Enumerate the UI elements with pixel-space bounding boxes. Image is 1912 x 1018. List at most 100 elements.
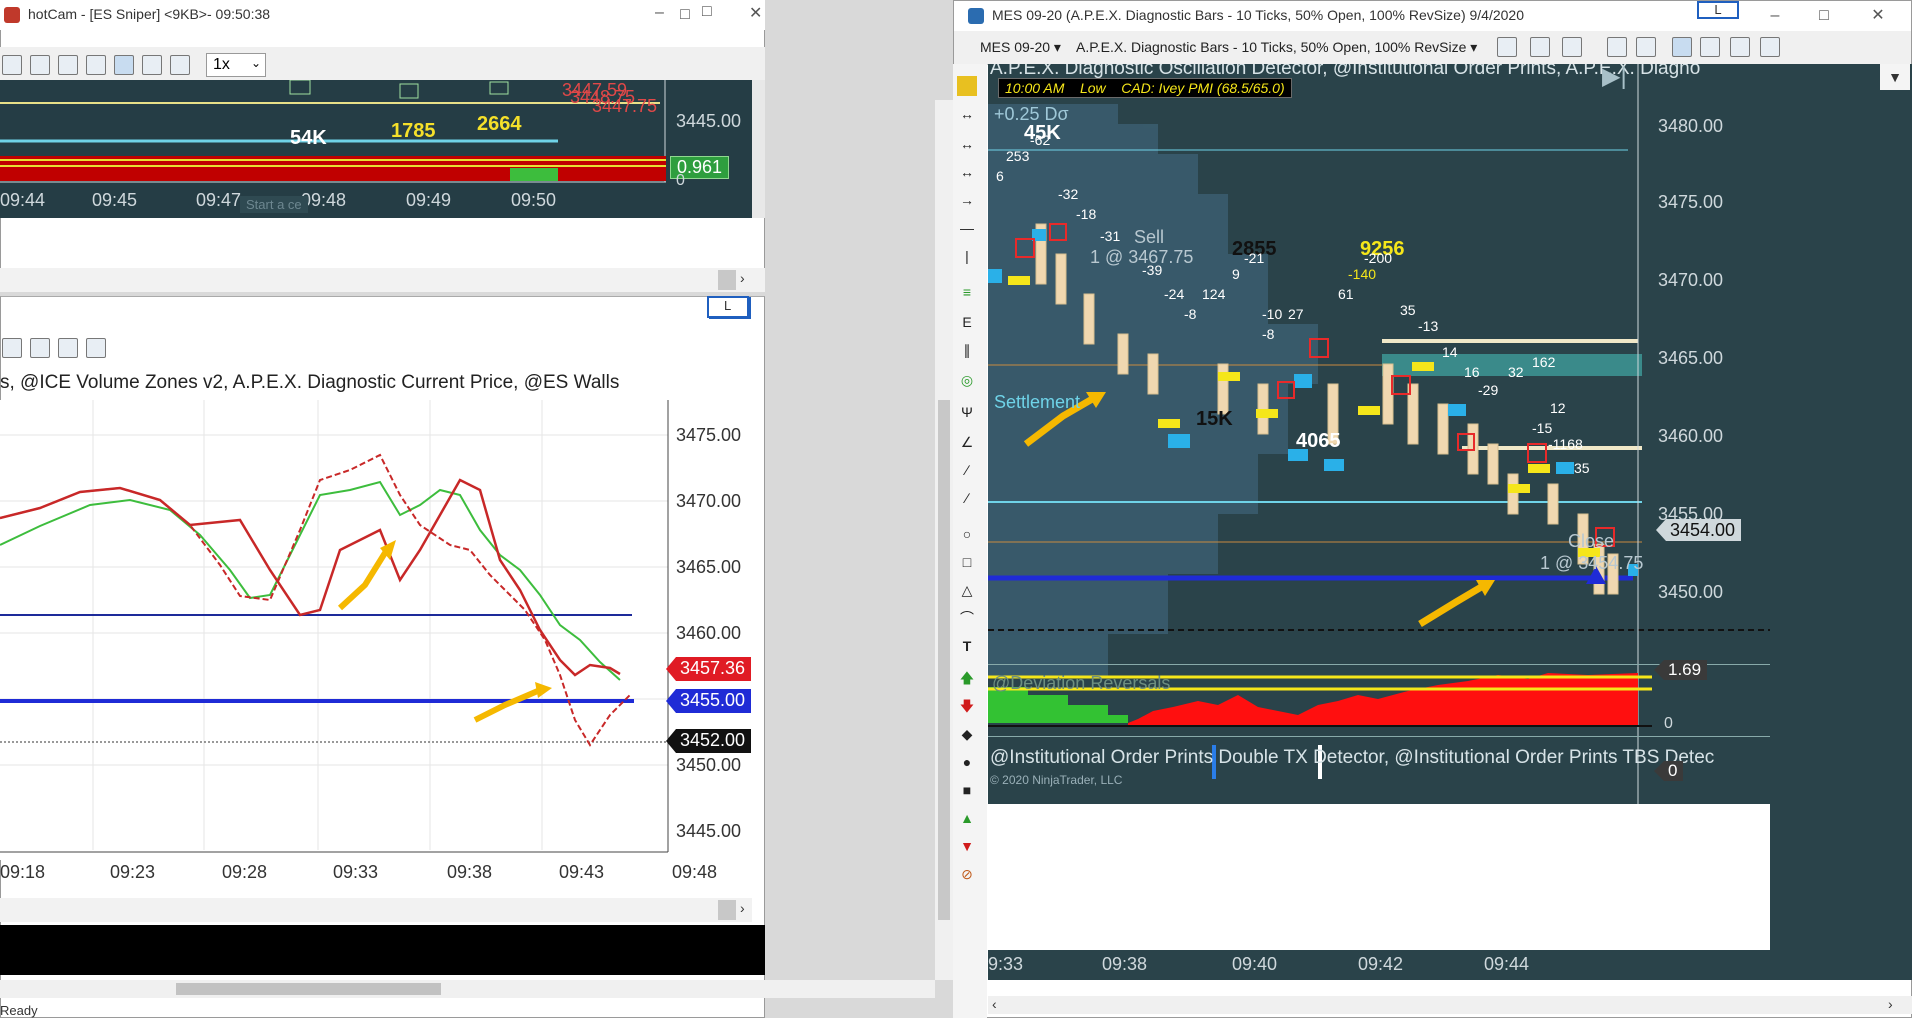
remove-drawings-icon[interactable]: ⊘ (957, 864, 977, 884)
draw-icon[interactable] (86, 55, 106, 75)
pitchfork-icon[interactable]: Ψ (957, 402, 977, 422)
pin-icon[interactable] (1562, 37, 1582, 57)
rt-minimize-button[interactable]: – (1755, 3, 1795, 29)
rt-maximize-button[interactable]: □ (1804, 3, 1844, 29)
lt-time-0944: 09:44 (0, 190, 46, 210)
lt-time-0948: 09:48 (301, 190, 347, 210)
arrow-up-icon[interactable]: 🡅 (957, 668, 977, 688)
channel-icon[interactable]: ≡ (957, 282, 977, 302)
right-titlebar[interactable]: MES 09-20 (A.P.E.X. Diagnostic Bars - 10… (954, 1, 1911, 31)
left-top-window-close[interactable]: ✕ (749, 3, 762, 23)
rt-h-scroll[interactable]: ‹ › (988, 996, 1912, 1014)
indicator-icon[interactable] (1700, 37, 1720, 57)
bottom-indicator-panel[interactable]: @Institutional Order Prints Double TX De… (988, 736, 1770, 788)
arc-icon[interactable]: ⌒ (957, 608, 977, 628)
play-icon[interactable]: ▶| (1602, 64, 1627, 91)
lbl-35b: 35 (1574, 460, 1590, 476)
lbl-16: 16 (1464, 364, 1480, 380)
lb-vertical-scroll[interactable] (935, 100, 953, 980)
chevron-right-icon[interactable]: › (740, 270, 745, 286)
rt-l-badge[interactable]: L (1697, 1, 1739, 19)
bars-icon[interactable] (1497, 37, 1517, 57)
triangle-up-icon[interactable]: ▲ (957, 808, 977, 828)
lb-h-scroll[interactable]: › (0, 898, 752, 922)
triangle-down-icon[interactable]: ▼ (957, 836, 977, 856)
deviation-panel[interactable]: @Deviation Reversals 1.69 0 (988, 660, 1770, 732)
parallel-icon[interactable]: ∕ (957, 460, 977, 480)
lbl-1168: -1168 (1548, 436, 1583, 452)
vertical-line-icon[interactable]: | (957, 246, 977, 266)
square-icon[interactable]: ■ (957, 780, 977, 800)
rt-chevron-right-icon[interactable]: › (1888, 996, 1893, 1012)
lbl-200: -200 (1364, 250, 1393, 266)
lb-icon-4[interactable] (86, 338, 106, 358)
target-icon[interactable]: ◎ (957, 370, 977, 390)
properties-icon-r[interactable] (1760, 37, 1780, 57)
yellow-tool-icon[interactable] (957, 76, 977, 96)
ellipse-icon[interactable]: ○ (957, 524, 977, 544)
chart-style-icon[interactable] (1730, 37, 1750, 57)
left-bottom-chart[interactable]: 3475.00 3470.00 3465.00 3460.00 3450.00 … (0, 400, 752, 860)
lt-time-0947: 09:47 (196, 190, 242, 210)
zoom-value: 1x (213, 56, 230, 73)
close-label: Close (1568, 531, 1615, 551)
ray-tool-icon[interactable]: ↔ (957, 134, 977, 154)
rt-close-button[interactable]: ✕ (1858, 3, 1898, 29)
horizontal-line-icon[interactable]: — (957, 218, 977, 238)
zoom-select[interactable]: 1x ⌄ (206, 53, 266, 77)
rt-chevron-left-icon[interactable]: ‹ (992, 996, 997, 1012)
pencil-icon[interactable] (1530, 37, 1550, 57)
lb-main-h-scroll[interactable] (0, 980, 935, 998)
panel-icon[interactable] (1672, 37, 1692, 57)
lb-chevron-right-icon[interactable]: › (740, 900, 745, 916)
lbl-162: 162 (1532, 354, 1556, 370)
arrow-down-icon[interactable]: 🡇 (957, 696, 977, 716)
fib-icon[interactable]: E (957, 312, 977, 332)
lb-icon-2[interactable] (30, 338, 50, 358)
rt-expand-icon[interactable]: ▼ (1880, 64, 1910, 90)
properties-icon[interactable] (58, 55, 78, 75)
lt-bottom-scroll[interactable]: › (0, 268, 765, 292)
left-top-window-max[interactable]: □ (702, 3, 712, 21)
line-tool-icon[interactable]: ↔ (957, 104, 977, 124)
lb-vscroll-thumb[interactable] (938, 400, 950, 920)
zoom-icon[interactable] (1636, 37, 1656, 57)
left-top-minimize-button[interactable] (786, 2, 826, 28)
dot-icon[interactable]: ● (957, 752, 977, 772)
bar-type-select[interactable]: A.P.E.X. Diagnostic Bars - 10 Ticks, 50%… (1076, 39, 1477, 56)
left-top-chart[interactable]: 3447.59 3448.75 3447.75 54K 1785 2664 34… (0, 80, 752, 218)
trend-channel-icon[interactable]: ∕ (957, 488, 977, 508)
lbl-6: 6 (996, 168, 1004, 184)
save-icon[interactable] (2, 55, 22, 75)
layout-icon[interactable] (170, 55, 190, 75)
instrument-select[interactable]: MES 09-20 ▾ (980, 39, 1061, 56)
lt-right-scroll[interactable] (752, 80, 765, 218)
regression-icon[interactable]: ∠ (957, 432, 977, 452)
text-icon[interactable]: T (957, 636, 977, 656)
deviation-zero: 0 (1664, 715, 1673, 732)
lb-main-scroll-thumb[interactable] (176, 983, 441, 995)
lb-icon-3[interactable] (58, 338, 78, 358)
lbl-61: 61 (1338, 286, 1354, 302)
lb-icon-1[interactable] (2, 338, 22, 358)
lt-restore-button[interactable] (844, 2, 884, 28)
right-main-chart[interactable]: A.P.E.X. Diagnostic Oscillation Detector… (988, 64, 1770, 804)
crosshair-icon[interactable] (1607, 37, 1627, 57)
lbl-140: -140 (1348, 266, 1377, 282)
triangle-icon[interactable]: △ (957, 580, 977, 600)
lbl-12: 12 (1550, 400, 1566, 416)
arrow-line-icon[interactable]: → (957, 190, 977, 210)
lb-price-3470: 3470.00 (676, 491, 742, 511)
lb-scroll-thumb[interactable] (718, 900, 736, 920)
print-icon[interactable] (30, 55, 50, 75)
two-icon[interactable] (142, 55, 162, 75)
zoom-fit-icon[interactable] (114, 55, 134, 75)
left-top-window-min[interactable]: – (655, 4, 664, 22)
lt-zero-label: 0 (676, 172, 685, 189)
gann-icon[interactable]: ∥ (957, 340, 977, 360)
extended-line-icon[interactable]: ↔ (957, 162, 977, 182)
lt-scroll-thumb[interactable] (718, 270, 736, 290)
diamond-icon[interactable]: ◆ (957, 724, 977, 744)
volume-label-2664: 2664 (477, 113, 522, 135)
rectangle-icon[interactable]: □ (957, 552, 977, 572)
